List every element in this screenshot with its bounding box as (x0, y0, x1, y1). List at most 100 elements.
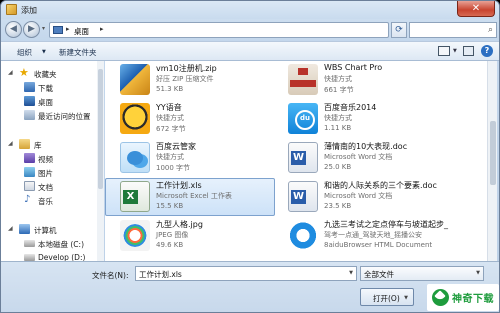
wbs-chart-icon (288, 64, 318, 95)
help-icon[interactable]: ? (481, 45, 493, 57)
file-item[interactable]: 百度云管家 快捷方式 1000 字节 (105, 139, 275, 177)
breadcrumb-separator-icon[interactable]: ▸ (100, 25, 104, 33)
file-name: YY语音 (156, 103, 182, 112)
address-bar[interactable]: ▸ 桌面 ▸ (49, 22, 389, 38)
recent-locations-dropdown-icon[interactable]: ▾ (42, 25, 45, 32)
file-name: 九选三考试之定点停车与坡道起步_ (324, 220, 448, 229)
search-input[interactable]: ⌕ (409, 22, 497, 38)
forward-button[interactable]: ▶ (23, 21, 40, 38)
file-name: 九型人格.jpg (156, 220, 203, 229)
video-library-icon (24, 153, 35, 163)
file-list: vm10注册机.zip 好压 ZIP 压缩文件 51.3 KB WBS Char… (105, 61, 491, 261)
sidebar-item-recent-places[interactable]: 最近访问的位置 (1, 109, 103, 122)
file-name: vm10注册机.zip (156, 64, 217, 73)
file-item[interactable]: 百度音乐2014 快捷方式 1.11 KB (273, 100, 443, 138)
file-size: 672 字节 (156, 125, 186, 133)
file-type-dropdown-icon[interactable]: ▼ (476, 270, 480, 276)
star-icon: ★ (19, 66, 29, 79)
new-folder-button[interactable]: 新建文件夹 (59, 47, 97, 58)
sidebar-item-documents[interactable]: 文档 (1, 180, 103, 193)
view-options-dropdown-icon[interactable]: ▼ (453, 48, 457, 54)
baidu-music-icon (288, 103, 318, 134)
file-type: 快捷方式 (156, 153, 184, 161)
sidebar-group-label: 库 (34, 141, 42, 150)
breadcrumb-separator-icon[interactable]: ▸ (66, 25, 70, 33)
recent-places-icon (24, 110, 35, 120)
word-document-icon (288, 142, 318, 173)
file-type: 驾考一点通_驾驶天地_摇播公安 (324, 231, 422, 239)
sidebar-item-downloads[interactable]: 下载 (1, 81, 103, 94)
expand-collapse-icon[interactable]: ◢ (8, 140, 13, 147)
baidu-cloud-icon (120, 142, 150, 173)
open-options-dropdown-icon[interactable]: ▼ (404, 295, 408, 301)
music-library-icon: ♪ (24, 194, 31, 205)
sidebar-item-label: 视频 (38, 155, 53, 164)
sidebar-item-videos[interactable]: 视频 (1, 152, 103, 165)
sidebar-item-label: 桌面 (38, 98, 53, 107)
add-file-dialog: 添加 ✕ ◀ ▶ ▾ ▸ 桌面 ▸ ⟳ ⌕ 组织 ▼ 新建文件夹 ▼ ? ◢ ★… (0, 0, 500, 313)
file-item[interactable]: 九选三考试之定点停车与坡道起步_ 驾考一点通_驾驶天地_摇播公安 8aiduBr… (273, 217, 448, 255)
file-size: 15.5 KB (156, 202, 184, 210)
file-list-scrollbar[interactable] (487, 61, 497, 261)
sidebar-item-label: 文档 (38, 183, 53, 192)
jpeg-image-icon (120, 220, 150, 251)
file-item[interactable]: 薄情南的10大表现.doc Microsoft Word 文档 25.0 KB (273, 139, 443, 177)
breadcrumb-desktop[interactable]: 桌面 (74, 26, 89, 37)
file-name: WBS Chart Pro (324, 63, 383, 72)
open-button[interactable]: 打开(O) ▼ (360, 288, 414, 306)
sidebar-item-drive-c[interactable]: 本地磁盘 (C:) (1, 237, 103, 250)
file-type: 好压 ZIP 压缩文件 (156, 75, 214, 83)
change-view-icon[interactable] (438, 46, 450, 56)
file-item[interactable]: YY语音 快捷方式 672 字节 (105, 100, 275, 138)
expand-collapse-icon[interactable]: ◢ (8, 69, 13, 76)
dialog-footer: 文件名(N): 工作计划.xls ▼ 全部文件 ▼ 打开(O) ▼ (1, 261, 499, 312)
sidebar-item-pictures[interactable]: 图片 (1, 166, 103, 179)
organize-dropdown-icon[interactable]: ▼ (42, 49, 46, 55)
sidebar-item-music[interactable]: ♪ 音乐 (1, 194, 103, 207)
file-type: 快捷方式 (324, 75, 352, 83)
organize-menu[interactable]: 组织 (17, 47, 32, 58)
excel-workbook-icon (120, 181, 150, 212)
preview-pane-icon[interactable] (463, 46, 474, 56)
file-name: 百度云管家 (156, 142, 196, 151)
title-bar[interactable]: 添加 ✕ (1, 1, 499, 19)
browser-document-icon (288, 220, 318, 251)
file-name: 和谐的人际关系的三个要素.doc (324, 181, 437, 190)
file-item[interactable]: 九型人格.jpg JPEG 图像 49.6 KB (105, 217, 275, 255)
navigation-pane-scrollbar[interactable] (97, 61, 104, 261)
pictures-library-icon (24, 167, 35, 177)
download-folder-icon (24, 82, 35, 92)
desktop-icon (24, 96, 35, 106)
scrollbar-thumb[interactable] (490, 121, 496, 185)
sidebar-group-computer[interactable]: ◢ 计算机 (1, 223, 103, 236)
file-size: 1.11 KB (324, 124, 352, 132)
sidebar-group-label: 收藏夹 (34, 70, 57, 79)
open-button-label: 打开(O) (373, 294, 400, 303)
file-type-value: 全部文件 (364, 270, 394, 279)
filename-history-dropdown-icon[interactable]: ▼ (349, 270, 353, 276)
file-type: 快捷方式 (324, 114, 352, 122)
sidebar-item-label: 下载 (38, 84, 53, 93)
sidebar-item-label: 最近访问的位置 (38, 112, 91, 121)
scrollbar-thumb[interactable] (98, 69, 103, 189)
file-type: 快捷方式 (156, 114, 184, 122)
file-item[interactable]: 和谐的人际关系的三个要素.doc Microsoft Word 文档 23.5 … (273, 178, 443, 216)
expand-collapse-icon[interactable]: ◢ (8, 225, 13, 232)
file-item[interactable]: vm10注册机.zip 好压 ZIP 压缩文件 51.3 KB (105, 61, 275, 99)
file-item-selected[interactable]: 工作计划.xls Microsoft Excel 工作表 15.5 KB (105, 178, 275, 216)
back-button[interactable]: ◀ (5, 21, 22, 38)
filename-input[interactable]: 工作计划.xls ▼ (135, 266, 357, 281)
navigation-pane: ◢ ★ 收藏夹 下载 桌面 最近访问的位置 ◢ 库 视频 图片 文档 ♪ 音乐 … (1, 61, 104, 262)
sidebar-item-desktop[interactable]: 桌面 (1, 95, 103, 108)
sidebar-group-libraries[interactable]: ◢ 库 (1, 138, 103, 151)
close-button[interactable]: ✕ (457, 1, 495, 17)
refresh-button[interactable]: ⟳ (391, 22, 407, 38)
file-type: Microsoft Word 文档 (324, 153, 393, 161)
file-item[interactable]: WBS Chart Pro 快捷方式 661 字节 (273, 61, 443, 99)
sidebar-group-favorites[interactable]: ◢ ★ 收藏夹 (1, 67, 103, 80)
file-size: 8aiduBrowser HTML Document (324, 241, 433, 249)
file-type: JPEG 图像 (156, 231, 189, 239)
filename-value[interactable]: 工作计划.xls (139, 269, 182, 280)
file-type-select[interactable]: 全部文件 ▼ (360, 266, 484, 281)
search-icon[interactable]: ⌕ (488, 25, 493, 35)
